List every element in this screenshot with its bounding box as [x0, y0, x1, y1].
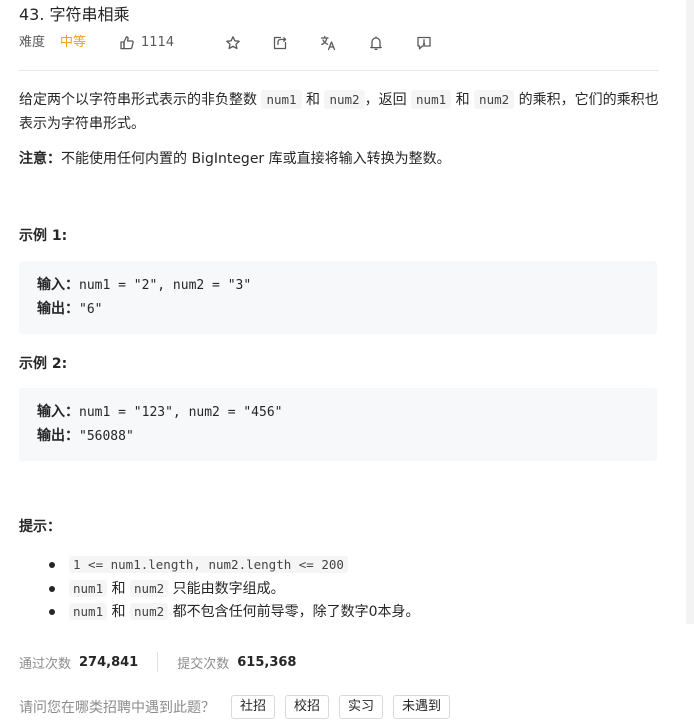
internship-button[interactable]: 实习	[339, 695, 384, 719]
interview-source-survey: 请问您在哪类招聘中遇到此题？ 社招 校招 实习 未遇到	[19, 695, 460, 719]
problem-description: 给定两个以字符串形式表示的非负整数 num1 和 num2 ，返回 num1 和 …	[19, 90, 659, 132]
translate-button[interactable]	[318, 32, 338, 54]
subscribe-button[interactable]	[366, 32, 386, 54]
hint-item: num1 和 num2 都不包含任何前导零，除了数字0本身。	[19, 601, 659, 625]
code-num2: num2	[474, 90, 515, 109]
difficulty-label: 难度	[19, 35, 46, 50]
star-icon	[225, 35, 241, 51]
share-button[interactable]	[270, 32, 290, 54]
code-num2: num2	[324, 90, 365, 109]
bell-icon	[368, 35, 384, 51]
share-icon	[272, 35, 288, 51]
favorite-button[interactable]	[223, 32, 243, 54]
code-num1: num1	[261, 90, 302, 109]
example-1-box: 输入：num1 = "2", num2 = "3" 输出："6"	[19, 261, 657, 334]
submitted-label: 提交次数	[177, 656, 230, 672]
example-1-title: 示例 1:	[19, 228, 68, 244]
submission-stats: 通过次数 274,841 提交次数 615,368	[19, 652, 296, 672]
accepted-label: 通过次数	[19, 656, 72, 672]
survey-question: 请问您在哪类招聘中遇到此题？	[19, 700, 215, 716]
like-button[interactable]: 1114	[119, 32, 174, 54]
campus-hire-button[interactable]: 校招	[285, 695, 330, 719]
hint-item: 1 <= num1.length, num2.length <= 200	[19, 554, 659, 578]
not-encountered-button[interactable]: 未遇到	[393, 695, 451, 719]
thumbs-up-icon	[119, 35, 135, 51]
submitted-count: 615,368	[237, 654, 297, 670]
header-divider	[19, 70, 659, 71]
example-1-output: 输出："6"	[37, 301, 103, 317]
feedback-button[interactable]	[414, 32, 434, 54]
scrollbar-track[interactable]	[686, 0, 694, 624]
hints-list: 1 <= num1.length, num2.length <= 200 num…	[19, 554, 659, 625]
translate-icon	[320, 35, 337, 51]
like-count: 1114	[141, 35, 175, 50]
hints-title: 提示：	[19, 519, 61, 535]
example-2-output: 输出："56088"	[37, 428, 134, 444]
note-text: 不能使用任何内置的 BigInteger 库或直接将输入转换为整数。	[61, 151, 451, 167]
difficulty-badge: 中等	[60, 35, 87, 50]
problem-note: 注意：不能使用任何内置的 BigInteger 库或直接将输入转换为整数。	[19, 147, 451, 171]
note-label: 注意：	[19, 151, 61, 167]
problem-title: 43. 字符串相乘	[19, 5, 130, 24]
code-num1: num1	[411, 90, 452, 109]
accepted-count: 274,841	[79, 654, 139, 670]
stats-divider	[157, 652, 159, 672]
problem-meta-toolbar: 难度 中等 1114	[19, 32, 659, 54]
social-hire-button[interactable]: 社招	[231, 695, 276, 719]
example-1-input: 输入：num1 = "2", num2 = "3"	[37, 277, 252, 293]
feedback-icon	[416, 35, 432, 51]
example-2-box: 输入：num1 = "123", num2 = "456" 输出："56088"	[19, 388, 657, 461]
example-2-input: 输入：num1 = "123", num2 = "456"	[37, 404, 283, 420]
example-2-title: 示例 2:	[19, 356, 68, 372]
hint-item: num1 和 num2 只能由数字组成。	[19, 578, 659, 602]
